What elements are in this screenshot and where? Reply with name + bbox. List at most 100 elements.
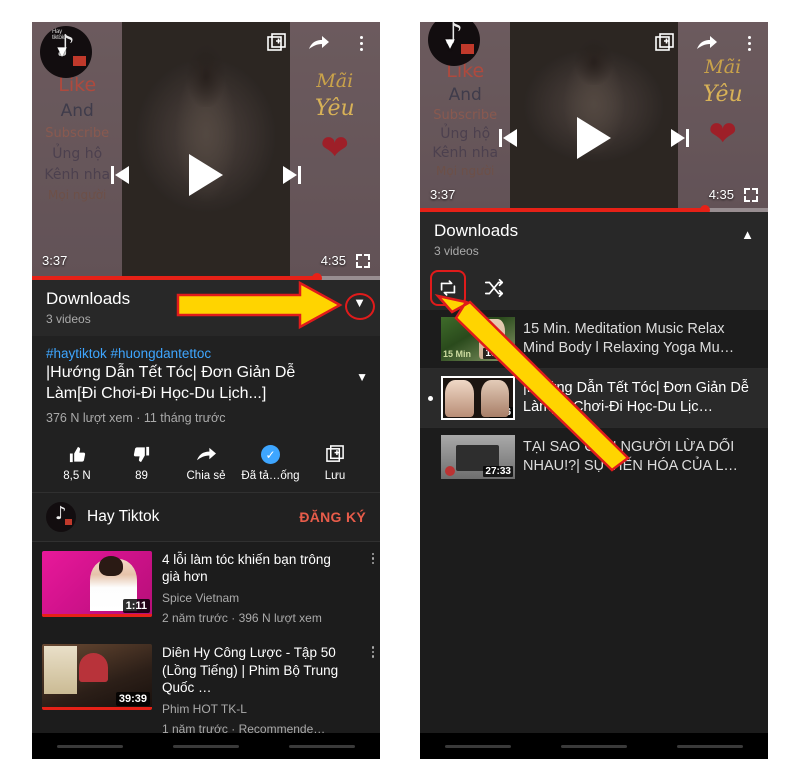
chevron-down-icon[interactable]: ▾ [54, 42, 70, 61]
more-vertical-icon[interactable] [738, 32, 760, 54]
downloads-count: 3 videos [46, 312, 91, 326]
chevron-down-icon[interactable]: ▼ [356, 370, 368, 384]
playlist-thumbnail[interactable]: 4:36 [441, 376, 515, 420]
skip-previous-icon[interactable] [499, 127, 521, 149]
share-button[interactable]: Chia sẻ [177, 445, 235, 482]
related-video-title: 4 lỗi làm tóc khiến bạn trông già hơn [162, 551, 331, 585]
playlist-item[interactable]: 15 Min 15:15 15 Min. Meditation Music Re… [420, 310, 768, 368]
dislike-button[interactable]: 89 [113, 445, 171, 482]
playlist-duration: 15:15 [483, 348, 513, 359]
more-vertical-icon[interactable] [371, 646, 374, 658]
share-icon[interactable] [308, 32, 330, 54]
thumbnail-accent [445, 466, 456, 477]
fullscreen-icon[interactable] [356, 253, 370, 268]
thumbnail-caption: 15 Min [443, 349, 472, 359]
total-duration: 4:35 [708, 187, 734, 202]
fullscreen-icon[interactable] [744, 187, 758, 202]
video-description-block[interactable]: #haytiktok #huongdantettoc |Hướng Dẫn Tế… [32, 336, 380, 433]
video-thumbnail[interactable]: 1:11 [42, 550, 152, 617]
share-label: Chia sẻ [186, 469, 226, 482]
current-time: 3:37 [42, 253, 68, 268]
watch-progress-bar [42, 707, 152, 711]
player-time-row: 3:37 4:35 [32, 253, 380, 268]
more-vertical-icon[interactable] [350, 32, 372, 54]
chevron-down-icon[interactable]: ▾ [442, 34, 458, 53]
watch-progress-bar [42, 613, 152, 617]
right-phone-screenshot: Like And Subscribe Ủng hộ Kênh nha Mọi n… [420, 22, 768, 759]
nav-home-line[interactable] [561, 744, 627, 748]
related-video-channel: Phim HOT TK-L [162, 701, 247, 716]
skip-previous-icon[interactable] [111, 164, 133, 186]
more-vertical-icon[interactable] [371, 552, 374, 565]
like-count: 8,5 N [63, 469, 91, 482]
save-button[interactable]: Lưu [306, 445, 364, 482]
video-meta: 376 N lượt xem · 11 tháng trước [46, 410, 226, 425]
thumbs-down-icon [132, 445, 151, 465]
subscribe-button[interactable]: ĐĂNG KÝ [299, 509, 366, 525]
avatar-accent [73, 56, 86, 66]
video-player-right[interactable]: Like And Subscribe Ủng hộ Kênh nha Mọi n… [420, 22, 768, 212]
player-center-controls [32, 154, 380, 196]
playlist-title: 15 Min. Meditation Music Relax Mind Body… [523, 321, 735, 356]
nav-home-line[interactable] [173, 744, 239, 748]
save-icon [325, 445, 345, 465]
channel-name[interactable]: Hay Tiktok [87, 508, 288, 526]
related-video-channel: Spice Vietnam [162, 590, 240, 605]
like-button[interactable]: 8,5 N [48, 445, 106, 482]
repeat-icon[interactable] [430, 270, 466, 306]
playlist-title: TẠI SAO CON NGƯỜI LỪA DỐI NHAU!?| SỰ TIẾ… [523, 439, 738, 474]
downloads-collapse-chevron[interactable]: ▲ [741, 227, 754, 242]
progress-knob[interactable] [312, 273, 323, 280]
player-top-icons [654, 32, 760, 54]
skip-next-icon[interactable] [279, 164, 301, 186]
video-duration: 1:11 [122, 598, 150, 613]
playlist-controls [420, 268, 768, 310]
downloads-header[interactable]: Downloads 3 videos ▼ [32, 280, 380, 336]
avatar-accent [461, 44, 474, 54]
now-playing-dot [428, 395, 433, 401]
playlist-item[interactable]: 27:33 TẠI SAO CON NGƯỜI LỪA DỐI NHAU!?| … [420, 427, 768, 486]
shuffle-icon[interactable] [482, 276, 506, 300]
player-top-icons [266, 32, 372, 54]
video-title: |Hướng Dẫn Tết Tóc| Đơn Giản Dễ Làm[Đi C… [46, 364, 296, 402]
video-thumbnail[interactable]: 39:39 [42, 644, 152, 711]
downloaded-label: Đã tả…ống [241, 469, 300, 482]
channel-row[interactable]: ♪ Hay Tiktok ĐĂNG KÝ [32, 491, 380, 542]
video-player-left[interactable]: Like And Subscribe Ủng hộ Kênh nha Mọi n… [32, 22, 380, 280]
current-time: 3:37 [430, 187, 456, 202]
left-phone-screenshot: Like And Subscribe Ủng hộ Kênh nha Mọi n… [32, 22, 380, 759]
play-icon[interactable] [577, 117, 611, 159]
save-label: Lưu [324, 469, 346, 482]
avatar-accent [65, 518, 72, 525]
playlist-duration: 4:36 [488, 407, 513, 418]
add-to-queue-icon[interactable] [266, 32, 288, 54]
now-playing-dot [428, 455, 433, 460]
downloads-title: Downloads [46, 289, 131, 308]
related-video-row[interactable]: 39:39 Diên Hy Công Lược - Tập 50 (Lồng T… [32, 635, 380, 747]
player-center-controls [420, 117, 768, 159]
skip-next-icon[interactable] [667, 127, 689, 149]
downloaded-check-icon: ✓ [261, 445, 280, 465]
share-icon[interactable] [696, 32, 718, 54]
downloads-header[interactable]: Downloads 3 videos ▲ [420, 212, 768, 268]
android-navigation-bar [32, 733, 380, 759]
video-hashtags[interactable]: #haytiktok #huongdantettoc [46, 346, 366, 361]
related-video-title: Diên Hy Công Lược - Tập 50 (Lồng Tiếng) … [162, 645, 339, 696]
playlist-thumbnail[interactable]: 15 Min 15:15 [441, 317, 515, 361]
nav-recents-line[interactable] [289, 744, 355, 748]
downloads-count: 3 videos [434, 244, 479, 258]
playlist-thumbnail[interactable]: 27:33 [441, 435, 515, 479]
downloaded-button[interactable]: ✓ Đã tả…ống [241, 445, 300, 482]
play-icon[interactable] [189, 154, 223, 196]
progress-knob[interactable] [700, 205, 711, 212]
nav-back-line[interactable] [57, 744, 123, 748]
tiktok-avatar-icon[interactable]: ♪ [46, 501, 76, 532]
nav-back-line[interactable] [445, 744, 511, 748]
add-to-queue-icon[interactable] [654, 32, 676, 54]
android-navigation-bar [420, 733, 768, 759]
highlight-ring-collapse-chevron [345, 293, 375, 320]
nav-recents-line[interactable] [677, 744, 743, 748]
playlist-item[interactable]: 4:36 |Hướng Dẫn Tết Tóc| Đơn Giản Dễ Làm… [420, 368, 768, 427]
related-video-row[interactable]: 1:11 4 lỗi làm tóc khiến bạn trông già h… [32, 541, 380, 636]
downloads-title: Downloads [434, 221, 519, 240]
